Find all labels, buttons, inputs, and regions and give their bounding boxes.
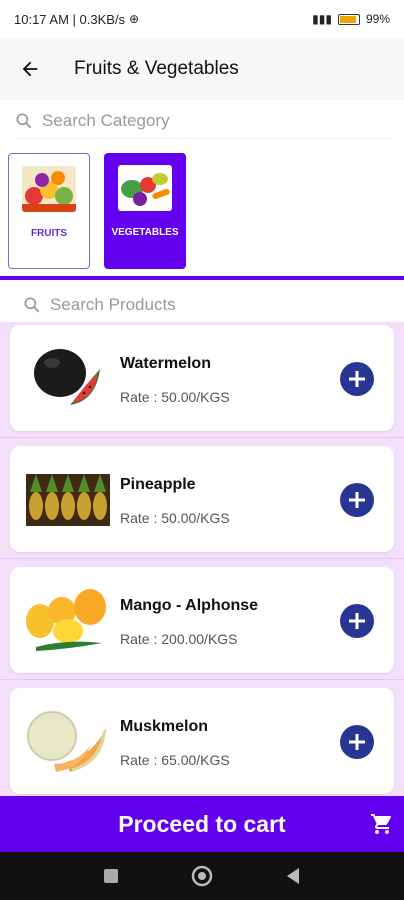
- product-rate: Rate : 50.00/KGS: [120, 389, 230, 405]
- category-fruits[interactable]: FRUITS: [8, 153, 90, 269]
- search-icon: [16, 113, 32, 129]
- status-right: ▮▮▮ 99%: [312, 12, 390, 26]
- back-nav-icon[interactable]: [285, 867, 301, 885]
- category-label: FRUITS: [30, 228, 68, 239]
- product-rate: Rate : 65.00/KGS: [120, 752, 230, 768]
- fruits-image: [22, 166, 76, 212]
- app-bar: Fruits & Vegetables: [0, 38, 404, 100]
- category-search-input[interactable]: Search Category: [14, 104, 394, 139]
- mango-image: [26, 589, 106, 651]
- category-divider: [0, 276, 404, 280]
- list-separator: [0, 437, 404, 438]
- status-time: 10:17 AM | 0.3KB/s: [14, 11, 126, 27]
- product-card-muskmelon[interactable]: Muskmelon Rate : 65.00/KGS: [10, 688, 394, 794]
- battery-icon: [337, 13, 360, 25]
- signal-icon: ▮▮▮: [312, 12, 332, 26]
- arrow-left-icon: [22, 61, 38, 77]
- vegetables-image: [118, 165, 172, 211]
- product-name: Muskmelon: [120, 718, 209, 735]
- product-search-placeholder: Search Products: [50, 295, 176, 314]
- add-button[interactable]: [340, 483, 374, 517]
- product-list[interactable]: Watermelon Rate : 50.00/KGS Pineapple Ra…: [0, 322, 404, 796]
- product-card-mango[interactable]: Mango - Alphonse Rate : 200.00/KGS: [10, 567, 394, 673]
- watermelon-image: [34, 349, 100, 405]
- list-separator: [0, 558, 404, 559]
- proceed-label: Proceed to cart: [118, 810, 286, 837]
- category-vegetables[interactable]: VEGETABLES: [104, 153, 186, 269]
- category-label: VEGETABLES: [111, 227, 179, 238]
- vpn-icon: ⊕: [129, 12, 140, 26]
- product-search-input[interactable]: Search Products: [22, 290, 176, 320]
- product-name: Watermelon: [120, 355, 211, 372]
- muskmelon-image: [27, 711, 106, 772]
- system-nav-bar: [0, 852, 404, 900]
- category-search-placeholder: Search Category: [42, 111, 170, 130]
- plus-icon: [349, 734, 365, 750]
- page-title: Fruits & Vegetables: [74, 58, 239, 79]
- plus-icon: [349, 371, 365, 387]
- product-rate: Rate : 50.00/KGS: [120, 510, 230, 526]
- cart-icon: [371, 814, 391, 834]
- home-icon[interactable]: [191, 865, 213, 887]
- pineapple-image: [26, 474, 110, 526]
- search-icon: [24, 297, 40, 313]
- plus-icon: [349, 613, 365, 629]
- product-rate: Rate : 200.00/KGS: [120, 631, 238, 647]
- product-name: Mango - Alphonse: [120, 597, 259, 614]
- add-button[interactable]: [340, 725, 374, 759]
- back-button[interactable]: [0, 38, 60, 100]
- product-name: Pineapple: [120, 476, 196, 493]
- add-button[interactable]: [340, 362, 374, 396]
- battery-percent: 99%: [365, 12, 390, 26]
- recents-icon[interactable]: [103, 868, 119, 884]
- list-separator: [0, 679, 404, 680]
- product-card-watermelon[interactable]: Watermelon Rate : 50.00/KGS: [10, 325, 394, 431]
- proceed-to-cart-button[interactable]: Proceed to cart: [0, 796, 404, 852]
- add-button[interactable]: [340, 604, 374, 638]
- product-card-pineapple[interactable]: Pineapple Rate : 50.00/KGS: [10, 446, 394, 552]
- plus-icon: [349, 492, 365, 508]
- status-bar: 10:17 AM | 0.3KB/s ⊕ ▮▮▮ 99%: [0, 0, 404, 38]
